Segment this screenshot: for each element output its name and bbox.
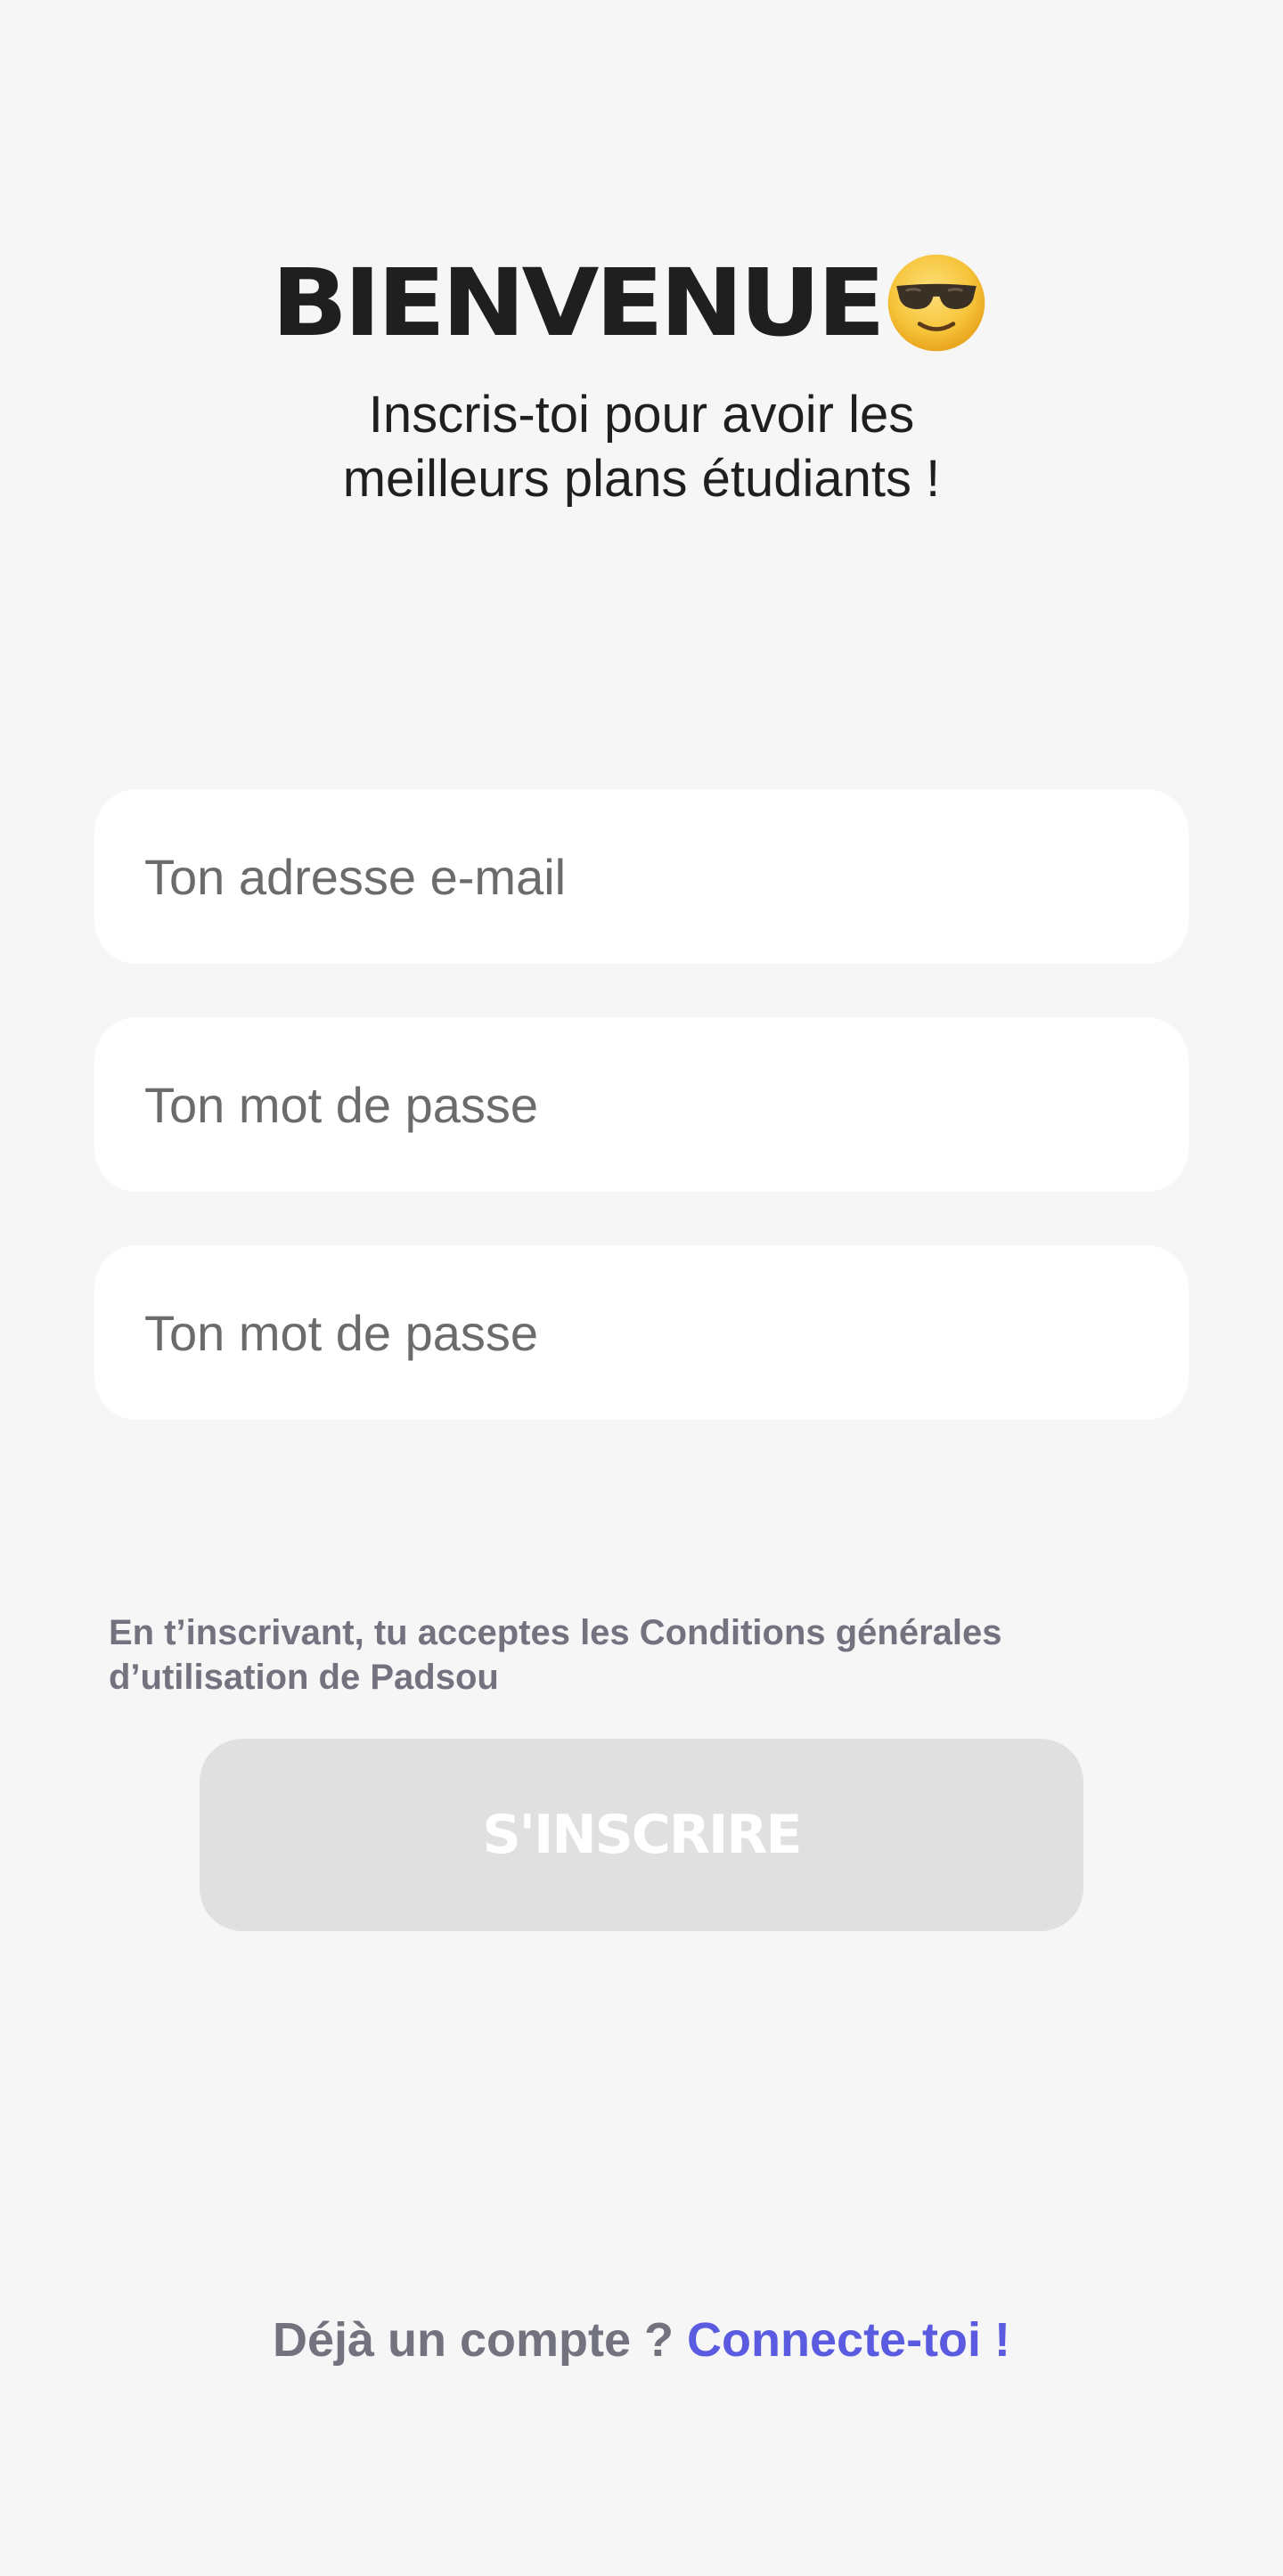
page-subtitle: Inscris-toi pour avoir les meilleurs pla… bbox=[342, 386, 941, 508]
signup-button[interactable]: S'INSCRIRE bbox=[200, 1739, 1083, 1931]
login-link[interactable]: Connecte-toi ! bbox=[687, 2313, 1010, 2367]
password-field[interactable] bbox=[94, 1017, 1189, 1192]
signup-form bbox=[94, 789, 1189, 1473]
title-row: BIENVENUE bbox=[0, 249, 1283, 356]
terms-notice: En t’inscrivant, tu acceptes les Conditi… bbox=[109, 1613, 1002, 1697]
confirm-password-input[interactable] bbox=[144, 1303, 1189, 1362]
login-question: Déjà un compte ? bbox=[272, 2313, 688, 2367]
email-input[interactable] bbox=[144, 847, 1189, 906]
confirm-password-field[interactable] bbox=[94, 1245, 1189, 1420]
email-field[interactable] bbox=[94, 789, 1189, 964]
login-prompt: Déjà un compte ? Connecte-toi ! bbox=[0, 2312, 1283, 2368]
password-input[interactable] bbox=[144, 1075, 1189, 1134]
page-title: BIENVENUE bbox=[271, 249, 886, 357]
welcome-header: BIENVENUE Inscris-toi pour avoir les mei… bbox=[0, 249, 1283, 511]
sunglasses-face-icon bbox=[887, 254, 985, 352]
